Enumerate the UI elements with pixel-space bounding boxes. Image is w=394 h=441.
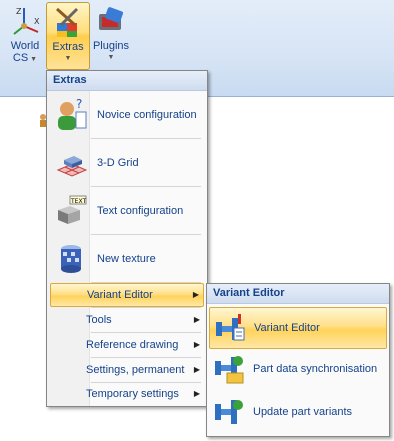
text-config-icon: TEXT xyxy=(58,195,87,224)
variant-editor-submenu-header: Variant Editor xyxy=(207,284,389,304)
submenu-arrow-icon: ▶ xyxy=(193,340,200,349)
dropdown-arrow-icon: ▼ xyxy=(28,56,38,63)
submenu-variant-editor[interactable]: Variant Editor ▶ xyxy=(50,283,204,307)
submenu-arrow-icon: ▶ xyxy=(193,389,200,398)
variant-editor-icon xyxy=(216,314,245,341)
extras-label: Extras xyxy=(52,41,84,53)
extras-menu-header: Extras xyxy=(47,71,207,91)
menu-separator xyxy=(91,307,201,308)
novice-person-icon: ? xyxy=(58,98,87,130)
plugins-button[interactable]: Plugins ▼ xyxy=(90,2,132,68)
submenu-temporary-settings[interactable]: Temporary settings ▶ xyxy=(50,383,204,405)
svg-text:X: X xyxy=(34,17,40,26)
menu-item-new-texture[interactable]: New texture xyxy=(48,235,206,282)
grid-3d-icon xyxy=(56,155,88,177)
submenu-settings-permanent[interactable]: Settings, permanent ▶ xyxy=(50,359,204,381)
menu-item-3d-grid[interactable]: 3-D Grid xyxy=(48,139,206,186)
menu-item-label: Novice configuration xyxy=(97,108,197,121)
menu-item-update-part-variants[interactable]: Update part variants xyxy=(209,392,387,432)
submenu-reference-drawing[interactable]: Reference drawing ▶ xyxy=(50,334,204,356)
submenu-label: Variant Editor xyxy=(87,289,153,301)
menu-item-label: Text configuration xyxy=(97,204,184,217)
world-cs-label-line2: CS xyxy=(12,52,29,64)
submenu-label: Settings, permanent xyxy=(86,364,185,376)
svg-text:?: ? xyxy=(76,98,82,111)
submenu-tools[interactable]: Tools ▶ xyxy=(50,309,204,331)
menu-item-label: Update part variants xyxy=(253,406,353,418)
submenu-label: Tools xyxy=(86,314,112,326)
svg-text:TEXT: TEXT xyxy=(70,198,86,205)
menu-item-label: New texture xyxy=(97,252,156,265)
menu-separator xyxy=(91,357,201,358)
menu-item-part-data-synchronisation[interactable]: Part data synchronisation xyxy=(209,349,387,389)
menu-item-label: Variant Editor xyxy=(254,322,320,334)
part-sync-icon xyxy=(215,356,244,384)
submenu-label: Reference drawing xyxy=(86,339,179,351)
update-variants-icon xyxy=(215,400,243,424)
dropdown-arrow-icon: ▼ xyxy=(107,54,115,61)
coordinate-system-icon: Z X xyxy=(13,7,40,35)
submenu-arrow-icon: ▶ xyxy=(193,365,200,374)
dropdown-arrow-icon: ▼ xyxy=(64,55,72,62)
world-cs-button[interactable]: Z X World CS ▼ xyxy=(4,2,46,68)
submenu-label: Temporary settings xyxy=(86,388,179,400)
extras-menu: Extras ? Novice configuration 3-D Grid T… xyxy=(46,70,208,407)
world-cs-label-line1: World xyxy=(10,40,40,52)
svg-text:Z: Z xyxy=(16,7,22,16)
menu-item-text-configuration[interactable]: TEXT Text configuration xyxy=(48,187,206,234)
plugins-label: Plugins xyxy=(92,40,130,52)
menu-item-variant-editor[interactable]: Variant Editor xyxy=(209,307,387,349)
menu-item-label: 3-D Grid xyxy=(97,156,139,169)
menu-item-novice-configuration[interactable]: ? Novice configuration xyxy=(48,91,206,138)
submenu-arrow-icon: ▶ xyxy=(192,290,199,299)
submenu-arrow-icon: ▶ xyxy=(193,315,200,324)
menu-item-label: Part data synchronisation xyxy=(253,363,378,375)
plugins-icon xyxy=(99,7,124,30)
paintbrush-tools-icon xyxy=(56,7,79,37)
variant-editor-submenu: Variant Editor Variant Editor Part data … xyxy=(206,283,390,437)
menu-separator xyxy=(91,332,201,333)
texture-icon xyxy=(61,244,81,273)
extras-button[interactable]: Extras ▼ xyxy=(46,2,90,70)
